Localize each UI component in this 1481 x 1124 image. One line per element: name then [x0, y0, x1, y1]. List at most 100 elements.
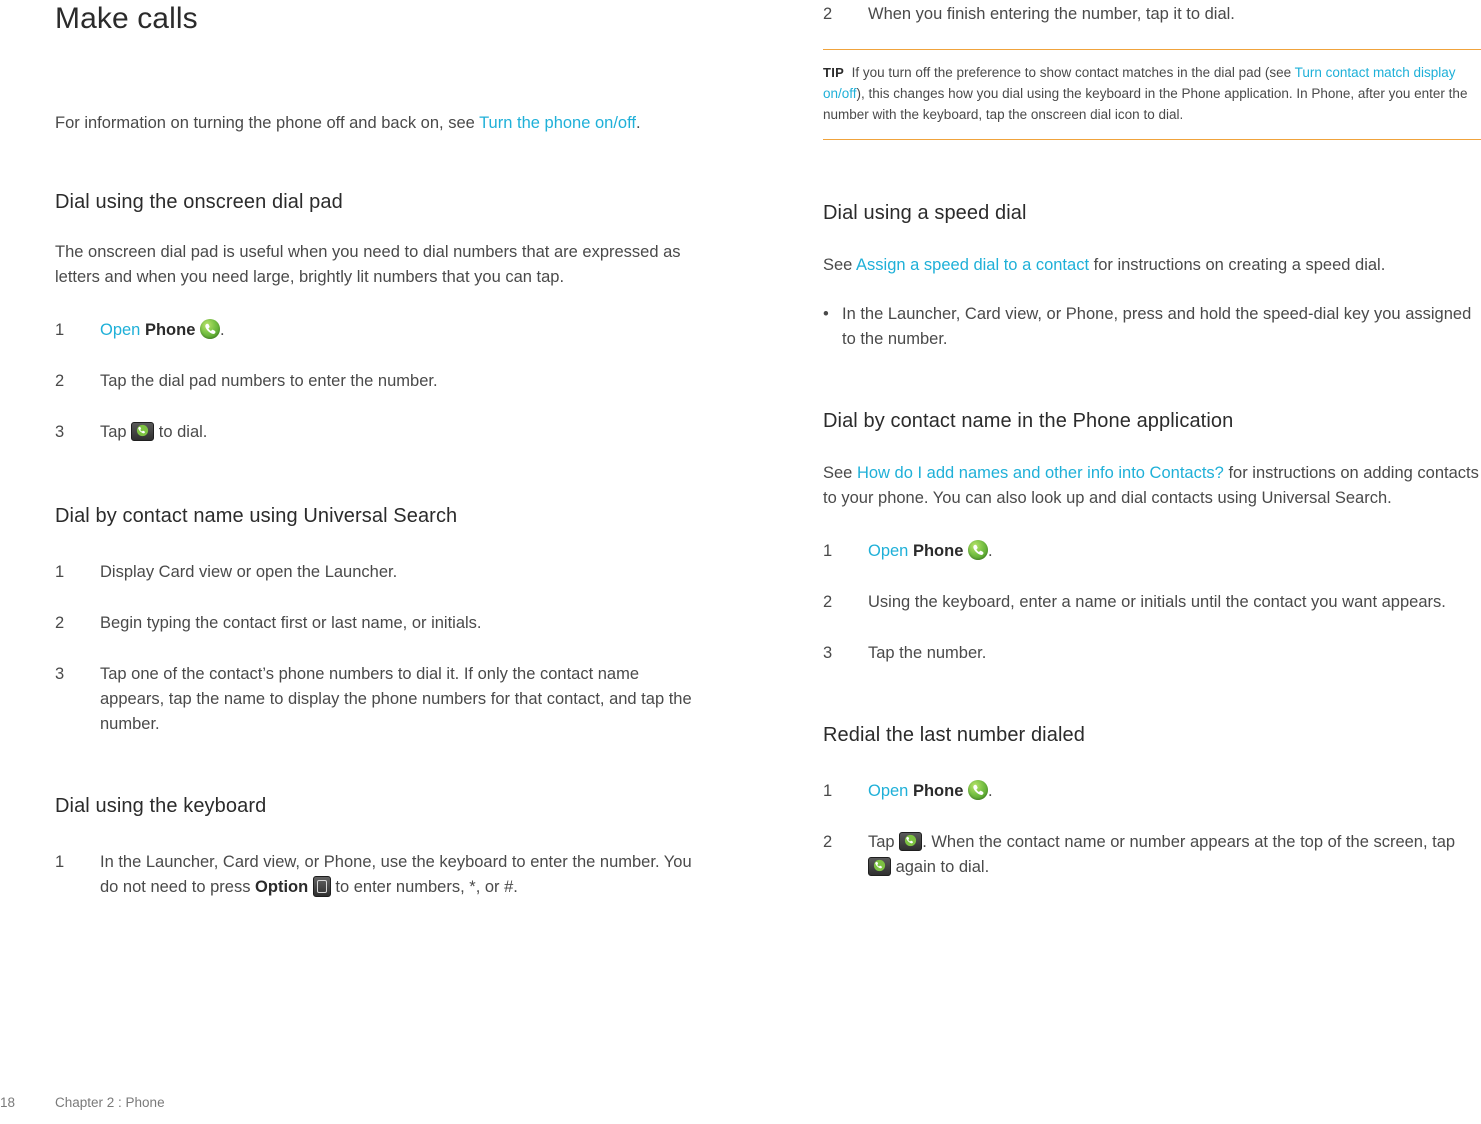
- dial-icon-glyph: [873, 859, 886, 872]
- redial-steps: 1 Open Phone . 2 Tap . When the contact …: [823, 779, 1481, 880]
- step-item: 1 In the Launcher, Card view, or Phone, …: [55, 850, 705, 900]
- step-pre: Tap: [868, 833, 900, 851]
- speed-dial-post: for instructions on creating a speed dia…: [1089, 256, 1386, 274]
- step-text: Tap . When the contact name or number ap…: [868, 830, 1481, 880]
- dial-icon: [868, 857, 891, 876]
- intro-paragraph: For information on turning the phone off…: [55, 111, 695, 136]
- step-number: 1: [823, 782, 833, 800]
- step-number: 3: [55, 665, 65, 683]
- dial-icon-glyph: [137, 424, 149, 437]
- step-number: 1: [55, 853, 65, 871]
- left-column: Make calls For information on turning th…: [55, 0, 705, 900]
- speed-dial-bullet: • In the Launcher, Card view, or Phone, …: [823, 302, 1481, 352]
- link-add-names-contacts[interactable]: How do I add names and other info into C…: [857, 464, 1224, 482]
- step-number: 2: [823, 5, 833, 23]
- app-name-phone: Phone: [912, 542, 964, 560]
- step-text: When you finish entering the number, tap…: [868, 5, 1235, 23]
- contact-body-pre: See: [823, 464, 857, 482]
- bullet-text: In the Launcher, Card view, or Phone, pr…: [842, 305, 1472, 348]
- app-name-phone: Phone: [912, 782, 964, 800]
- step-text: Open Phone .: [868, 539, 1481, 564]
- step-text: Tap the dial pad numbers to enter the nu…: [100, 372, 438, 390]
- step-text: Tap to dial.: [100, 420, 705, 445]
- heading-speed-dial: Dial using a speed dial: [823, 202, 1027, 224]
- step-text: Tap one of the contact’s phone numbers t…: [100, 665, 692, 733]
- step-post: .: [219, 321, 225, 339]
- step-text: Open Phone .: [868, 779, 1481, 804]
- phone-app-icon: [199, 319, 220, 339]
- step-item: 3 Tap one of the contact’s phone numbers…: [55, 662, 705, 737]
- step-number: 1: [55, 321, 65, 339]
- step-text: Display Card view or open the Launcher.: [100, 563, 398, 581]
- key-label-option: Option: [255, 878, 309, 896]
- step-item: 3 Tap the number.: [823, 641, 1481, 666]
- step-item: 1 Open Phone .: [823, 779, 1481, 804]
- step-number: 2: [823, 593, 833, 611]
- phone-handset-glyph: [973, 784, 984, 795]
- tip-pre: If you turn off the preference to show c…: [851, 65, 1295, 80]
- step-number: 1: [823, 542, 833, 560]
- phone-app-icon: [967, 540, 988, 560]
- page-title: Make calls: [55, 2, 198, 35]
- tip-box: TIP If you turn off the preference to sh…: [823, 49, 1481, 140]
- heading-redial-last-number: Redial the last number dialed: [823, 724, 1085, 746]
- option-key-icon: [312, 876, 331, 897]
- step-post: .: [987, 542, 993, 560]
- bullet-marker: •: [823, 305, 829, 323]
- link-open[interactable]: Open: [868, 782, 908, 800]
- step-post: to enter numbers, *, or #.: [330, 878, 518, 896]
- link-turn-phone-on-off[interactable]: Turn the phone on/off: [479, 114, 636, 132]
- heading-dial-keyboard: Dial using the keyboard: [55, 795, 267, 817]
- step-number: 2: [823, 833, 833, 851]
- step-post: to dial.: [154, 423, 208, 441]
- speed-dial-body: See Assign a speed dial to a contact for…: [823, 253, 1481, 278]
- step-item: 2 Begin typing the contact first or last…: [55, 611, 705, 636]
- contact-name-steps: 1 Open Phone . 2 Using the keyboard, ent…: [823, 539, 1481, 666]
- step-post: again to dial.: [891, 858, 990, 876]
- link-assign-speed-dial[interactable]: Assign a speed dial to a contact: [856, 256, 1089, 274]
- step-item: 2 Tap the dial pad numbers to enter the …: [55, 369, 705, 394]
- step-item: 1 Open Phone .: [55, 318, 705, 343]
- heading-dial-universal-search: Dial by contact name using Universal Sea…: [55, 505, 458, 527]
- keyboard-steps: 1 In the Launcher, Card view, or Phone, …: [55, 850, 705, 900]
- link-open[interactable]: Open: [100, 321, 140, 339]
- step-text: In the Launcher, Card view, or Phone, us…: [100, 850, 705, 900]
- heading-dial-onscreen-pad: Dial using the onscreen dial pad: [55, 191, 343, 213]
- onscreen-pad-steps: 1 Open Phone . 2 Tap the dial pad number…: [55, 318, 705, 445]
- step-number: 3: [823, 644, 833, 662]
- step-item: 2 When you finish entering the number, t…: [823, 2, 1481, 27]
- intro-pre: For information on turning the phone off…: [55, 114, 480, 132]
- option-key-glyph: [316, 880, 327, 893]
- step-post: .: [987, 782, 993, 800]
- footer-page-number: 18: [0, 1095, 16, 1110]
- step-mid: . When the contact name or number appear…: [922, 833, 1456, 851]
- step-number: 2: [55, 372, 65, 390]
- heading-dial-contact-name-phone-app: Dial by contact name in the Phone applic…: [823, 410, 1234, 432]
- step-text: Using the keyboard, enter a name or init…: [868, 593, 1446, 611]
- step-pre: Tap: [100, 423, 132, 441]
- step-item: 2 Using the keyboard, enter a name or in…: [823, 590, 1481, 615]
- step-number: 3: [55, 423, 65, 441]
- right-column: 2 When you finish entering the number, t…: [823, 0, 1481, 880]
- tip-post: ), this changes how you dial using the k…: [823, 86, 1468, 122]
- intro-post: .: [635, 114, 641, 132]
- step-number: 2: [55, 614, 65, 632]
- phone-handset-glyph: [973, 544, 984, 555]
- link-open[interactable]: Open: [868, 542, 908, 560]
- tip-label: TIP: [823, 65, 845, 80]
- manual-page: Make calls For information on turning th…: [0, 0, 1481, 1124]
- step-item: 2 Tap . When the contact name or number …: [823, 830, 1481, 880]
- speed-dial-pre: See: [823, 256, 857, 274]
- dial-icon: [899, 832, 923, 851]
- step-item: 1 Display Card view or open the Launcher…: [55, 560, 705, 585]
- step-number: 1: [55, 563, 65, 581]
- universal-search-steps: 1 Display Card view or open the Launcher…: [55, 560, 705, 737]
- dial-icon: [131, 422, 155, 441]
- step-item: 3 Tap to dial.: [55, 420, 705, 445]
- tip-text: TIP If you turn off the preference to sh…: [823, 62, 1481, 125]
- contact-name-body: See How do I add names and other info in…: [823, 461, 1481, 511]
- step-text: Tap the number.: [868, 644, 987, 662]
- step-text: Open Phone .: [100, 318, 705, 343]
- footer-chapter: Chapter 2 : Phone: [55, 1095, 165, 1110]
- dial-icon-glyph: [905, 834, 917, 847]
